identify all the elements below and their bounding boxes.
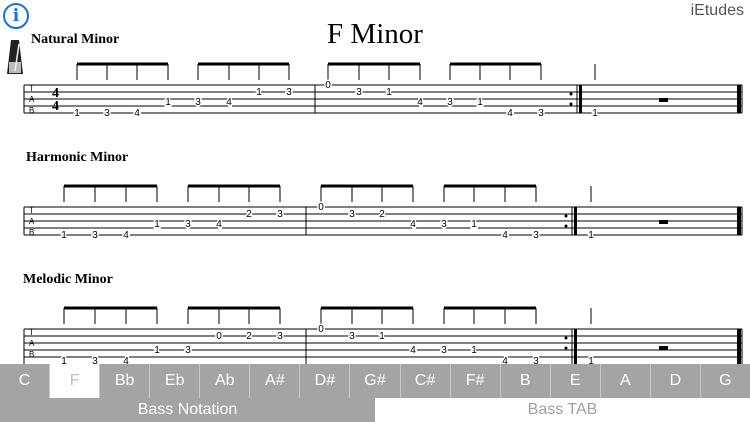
tab-note: 3 (277, 331, 283, 342)
tab-note: 3 (349, 209, 355, 220)
tab-note: 1 (471, 345, 477, 356)
tab-note: 1 (256, 87, 262, 98)
key-button-bb[interactable]: Bb (100, 364, 151, 398)
svg-text:A: A (29, 339, 35, 348)
tab-note: 1 (588, 230, 594, 241)
svg-text:B: B (29, 106, 34, 115)
tab-note: 3 (185, 345, 191, 356)
key-button-g-sharp[interactable]: G# (350, 364, 401, 398)
key-button-d[interactable]: D (651, 364, 701, 398)
tab-note: 1 (154, 345, 160, 356)
svg-text:T: T (29, 84, 34, 93)
tab-note: 3 (104, 108, 110, 119)
key-button-e[interactable]: E (551, 364, 601, 398)
section-label-melodic-minor: Melodic Minor (23, 272, 113, 287)
svg-text:A: A (29, 217, 35, 226)
tab-note: 4 (123, 230, 129, 241)
tab-note: 4 (410, 219, 416, 230)
tab-note: 4 (502, 356, 508, 364)
tab-note: 1 (386, 87, 392, 98)
section-label-harmonic-minor: Harmonic Minor (26, 150, 129, 165)
tab-note: 0 (325, 80, 331, 91)
mode-button-bass-notation[interactable]: Bass Notation (0, 398, 375, 422)
tab-note: 1 (477, 97, 483, 108)
key-button-b[interactable]: B (501, 364, 551, 398)
key-button-d-sharp[interactable]: D# (300, 364, 351, 398)
tab-note: 0 (216, 331, 222, 342)
svg-text:T: T (29, 328, 34, 337)
tab-note: 4 (507, 108, 513, 119)
tab-note: 1 (379, 331, 385, 342)
key-button-eb[interactable]: Eb (150, 364, 201, 398)
tab-note: 4 (123, 356, 129, 364)
tab-staff-harmonic-minor[interactable]: T A B 2 3 0 3 2 1 3 4 4 3 1 1 3 4 4 3 1 (0, 182, 750, 244)
tab-note: 4 (134, 108, 140, 119)
key-button-f[interactable]: F (50, 364, 101, 398)
svg-text:4: 4 (52, 99, 59, 114)
key-button-a-sharp[interactable]: A# (250, 364, 301, 398)
tab-note: 3 (185, 219, 191, 230)
svg-text:B: B (29, 350, 34, 359)
tab-note: 4 (216, 219, 222, 230)
tab-note: 1 (471, 219, 477, 230)
tab-note: 3 (441, 345, 447, 356)
tab-note: 1 (588, 356, 594, 364)
tab-note: 3 (441, 219, 447, 230)
tab-note: 3 (538, 108, 544, 119)
tab-staff-natural-minor[interactable]: T A B 4 4 1 3 0 3 1 1 3 4 4 3 1 1 3 4 4 … (0, 60, 750, 122)
key-button-ab[interactable]: Ab (200, 364, 251, 398)
tab-note: 3 (356, 87, 362, 98)
key-button-a[interactable]: A (601, 364, 651, 398)
tab-note: 2 (246, 209, 252, 220)
tab-note: 1 (154, 219, 160, 230)
key-button-f-sharp[interactable]: F# (451, 364, 501, 398)
key-button-g[interactable]: G (701, 364, 750, 398)
tab-note: 4 (417, 97, 423, 108)
mode-button-bass-tab[interactable]: Bass TAB (375, 398, 750, 422)
tab-note: 3 (533, 356, 539, 364)
tab-note: 1 (61, 356, 67, 364)
tab-note: 4 (226, 97, 232, 108)
svg-text:T: T (29, 206, 34, 215)
svg-text:B: B (29, 228, 34, 237)
tab-note: 2 (379, 209, 385, 220)
tab-note: 0 (318, 202, 324, 213)
tab-note: 3 (92, 356, 98, 364)
tab-note: 1 (74, 108, 80, 119)
key-selector-bar: C F Bb Eb Ab A# D# G# C# F# B E A D G (0, 364, 750, 398)
tab-note: 3 (447, 97, 453, 108)
notation-mode-bar: Bass Notation Bass TAB (0, 398, 750, 422)
tab-note: 3 (533, 230, 539, 241)
tab-note: 2 (246, 331, 252, 342)
key-button-c[interactable]: C (0, 364, 51, 398)
tab-note: 0 (318, 324, 324, 335)
tab-note: 1 (592, 108, 598, 119)
tab-note: 4 (502, 230, 508, 241)
key-button-c-sharp[interactable]: C# (401, 364, 451, 398)
tab-note: 3 (92, 230, 98, 241)
tab-note: 4 (410, 345, 416, 356)
tab-note: 3 (277, 209, 283, 220)
section-label-natural-minor: Natural Minor (31, 32, 120, 47)
tab-note: 3 (349, 331, 355, 342)
tab-note: 1 (61, 230, 67, 241)
tab-note: 3 (286, 87, 292, 98)
svg-text:A: A (29, 95, 35, 104)
tab-note: 1 (165, 97, 171, 108)
tab-staff-melodic-minor[interactable]: T A B 0 2 3 0 3 1 1 3 4 3 1 1 3 4 4 3 1 (0, 304, 750, 364)
tab-note: 3 (195, 97, 201, 108)
